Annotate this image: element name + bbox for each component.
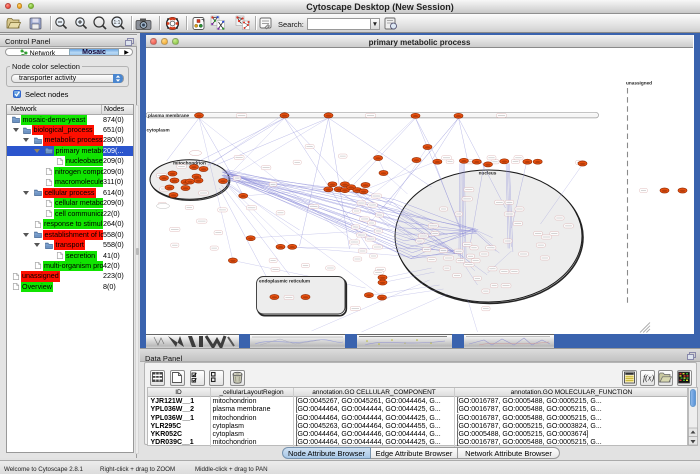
svg-text:cytoplasm: cytoplasm xyxy=(147,127,170,132)
svg-text:1:1: 1:1 xyxy=(114,20,121,26)
svg-text:unassigned: unassigned xyxy=(626,80,652,85)
svg-text:endoplasmic reticulum: endoplasmic reticulum xyxy=(259,278,310,283)
svg-text:nucleus: nucleus xyxy=(479,170,497,175)
svg-text:plasma membrane: plasma membrane xyxy=(148,113,190,118)
